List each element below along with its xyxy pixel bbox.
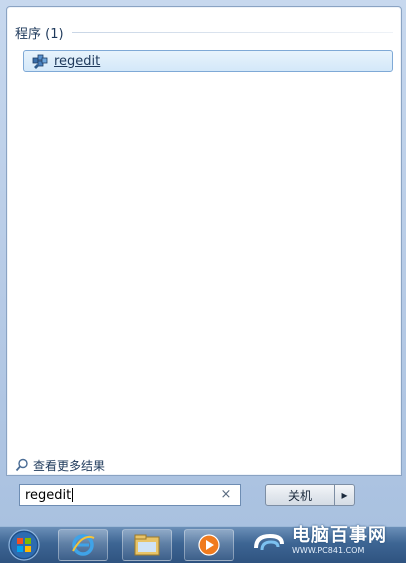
programs-group-title: 程序 (1) (15, 26, 64, 42)
result-item-label: regedit (54, 53, 101, 69)
watermark-url: WWW.PC841.COM (292, 546, 365, 555)
taskbar-explorer-button[interactable] (122, 529, 172, 561)
text-caret (72, 488, 74, 502)
taskbar-media-player-button[interactable] (184, 529, 234, 561)
group-divider (71, 31, 393, 33)
arrow-right-icon[interactable]: ▸ (335, 484, 355, 506)
programs-group-header: 程序 (1) (15, 23, 393, 42)
start-menu: 程序 (1) regedit 查看更多结果 regedit × 关机 ▸ (0, 0, 406, 526)
watermark-logo-icon (254, 533, 284, 551)
windows-explorer-icon (134, 534, 160, 556)
search-icon (15, 458, 28, 472)
search-input-value[interactable]: regedit (25, 488, 218, 503)
result-item-regedit[interactable]: regedit (23, 50, 393, 72)
windows-start-orb-icon[interactable] (6, 528, 42, 562)
see-more-results-link[interactable]: 查看更多结果 (15, 457, 105, 473)
shutdown-button[interactable]: 关机 (265, 484, 335, 506)
internet-explorer-icon (72, 534, 95, 556)
regedit-icon (32, 54, 48, 69)
search-input[interactable]: regedit × (19, 484, 241, 506)
taskbar-ie-button[interactable] (58, 529, 108, 561)
see-more-results-label: 查看更多结果 (33, 458, 106, 473)
watermark: 电脑百事网 WWW.PC841.COM (252, 520, 406, 562)
shutdown-group: 关机 ▸ (265, 484, 355, 506)
watermark-text: 电脑百事网 (292, 525, 387, 546)
clear-icon[interactable]: × (218, 487, 234, 503)
media-player-icon (198, 534, 220, 556)
search-results-panel: 程序 (1) regedit 查看更多结果 (6, 6, 402, 476)
